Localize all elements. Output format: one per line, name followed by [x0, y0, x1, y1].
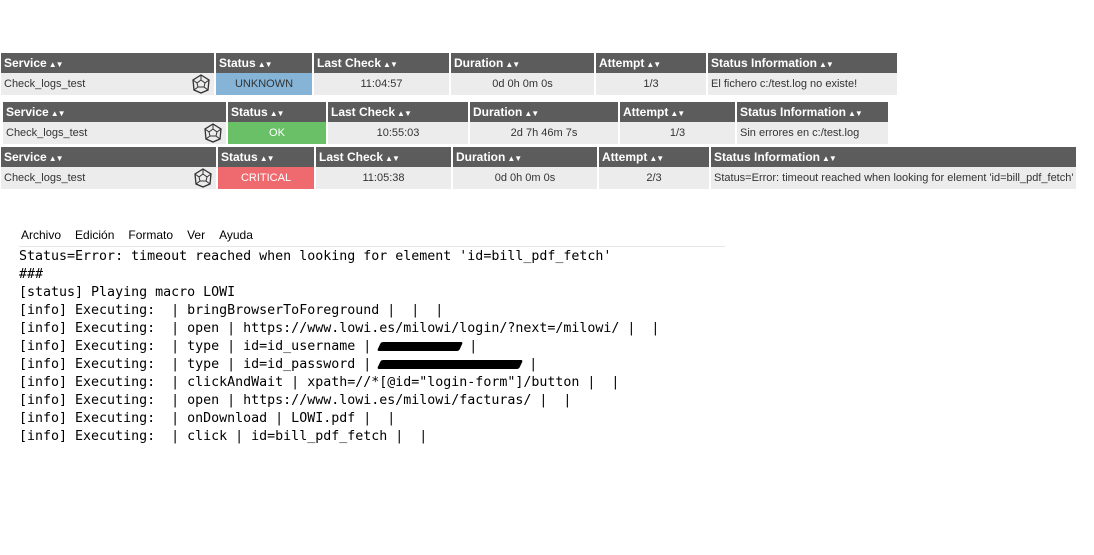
last-check-cell: 11:04:57 [313, 73, 451, 95]
table-row: Check_logs_test CRITICAL 11:05:38 0d 0h … [1, 167, 1079, 189]
dodecahedron-icon[interactable] [193, 168, 213, 188]
sort-arrows-icon[interactable]: ▲▼ [819, 60, 834, 69]
sort-arrows-icon[interactable]: ▲▼ [646, 60, 661, 69]
sort-arrows-icon[interactable]: ▲▼ [505, 60, 520, 69]
col-header-last-check[interactable]: Last Check ▲▼ [327, 102, 470, 122]
sort-arrows-icon[interactable]: ▲▼ [385, 154, 400, 163]
log-line: [info] Executing: | clickAndWait | xpath… [19, 375, 620, 390]
col-header-last-check[interactable]: Last Check ▲▼ [313, 53, 451, 73]
dodecahedron-icon[interactable] [191, 74, 211, 94]
menu-edicion[interactable]: Edición [75, 228, 114, 244]
col-header-status-info[interactable]: Status Information ▲▼ [736, 102, 890, 122]
duration-cell: 0d 0h 0m 0s [452, 167, 599, 189]
log-line: ### [19, 267, 44, 282]
redaction-mark [377, 359, 524, 369]
col-header-status-info[interactable]: Status Information ▲▼ [710, 147, 1079, 167]
col-header-attempt[interactable]: Attempt ▲▼ [619, 102, 737, 122]
service-name-link[interactable]: Check_logs_test [4, 172, 85, 184]
log-line: [info] Executing: | type | id=id_passwor… [19, 357, 538, 372]
sort-arrows-icon[interactable]: ▲▼ [270, 109, 285, 118]
redaction-mark [377, 341, 464, 351]
service-table-ok: Service ▲▼ Status ▲▼ Last Check ▲▼ Duration… [3, 102, 890, 144]
log-line: [info] Executing: | open | https://www.l… [19, 321, 660, 336]
col-header-duration[interactable]: Duration ▲▼ [469, 102, 620, 122]
col-header-service[interactable]: Service ▲▼ [1, 53, 216, 73]
service-table-critical: Service ▲▼ Status ▲▼ Last Check ▲▼ Duration… [1, 147, 1079, 189]
sort-arrows-icon[interactable]: ▲▼ [51, 109, 66, 118]
col-header-duration[interactable]: Duration ▲▼ [452, 147, 599, 167]
table-row: Check_logs_test OK 10:55:03 2d 7h 46m 7s… [3, 122, 890, 144]
sort-arrows-icon[interactable]: ▲▼ [260, 154, 275, 163]
col-header-attempt[interactable]: Attempt ▲▼ [598, 147, 711, 167]
col-header-status[interactable]: Status ▲▼ [215, 53, 314, 73]
menu-formato[interactable]: Formato [128, 228, 173, 244]
sort-arrows-icon[interactable]: ▲▼ [649, 154, 664, 163]
log-line: [status] Playing macro LOWI [19, 285, 236, 300]
menu-ayuda[interactable]: Ayuda [219, 228, 253, 244]
service-name-link[interactable]: Check_logs_test [4, 78, 85, 90]
last-check-cell: 11:05:38 [315, 167, 453, 189]
log-line: [info] Executing: | open | https://www.l… [19, 393, 572, 408]
service-name-link[interactable]: Check_logs_test [6, 127, 87, 139]
col-header-duration[interactable]: Duration ▲▼ [450, 53, 596, 73]
table-header-row: Service ▲▼ Status ▲▼ Last Check ▲▼ Duration… [1, 53, 899, 73]
service-table-unknown: Service ▲▼ Status ▲▼ Last Check ▲▼ Duration… [1, 53, 899, 95]
col-header-attempt[interactable]: Attempt ▲▼ [595, 53, 708, 73]
duration-cell: 2d 7h 46m 7s [469, 122, 620, 144]
log-line: [info] Executing: | onDownload | LOWI.pd… [19, 411, 396, 426]
col-header-status-info[interactable]: Status Information ▲▼ [707, 53, 899, 73]
service-cell: Check_logs_test [1, 73, 216, 95]
notepad-text-area[interactable]: Status=Error: timeout reached when looki… [19, 248, 659, 446]
sort-arrows-icon[interactable]: ▲▼ [507, 154, 522, 163]
status-badge: CRITICAL [217, 167, 316, 189]
col-header-last-check[interactable]: Last Check ▲▼ [315, 147, 453, 167]
status-badge: OK [227, 122, 328, 144]
log-line: Status=Error: timeout reached when looki… [19, 249, 612, 264]
attempt-cell: 2/3 [598, 167, 711, 189]
last-check-cell: 10:55:03 [327, 122, 470, 144]
sort-arrows-icon[interactable]: ▲▼ [670, 109, 685, 118]
sort-arrows-icon[interactable]: ▲▼ [848, 109, 863, 118]
status-info-cell: Sin errores en c:/test.log [736, 122, 890, 144]
table-row: Check_logs_test UNKNOWN 11:04:57 0d 0h 0… [1, 73, 899, 95]
notepad-window: Archivo Edición Formato Ver Ayuda [19, 228, 725, 247]
attempt-cell: 1/3 [619, 122, 737, 144]
col-header-service[interactable]: Service ▲▼ [3, 102, 228, 122]
status-badge: UNKNOWN [215, 73, 314, 95]
duration-cell: 0d 0h 0m 0s [450, 73, 596, 95]
log-line: [info] Executing: | bringBrowserToForegr… [19, 303, 444, 318]
sort-arrows-icon[interactable]: ▲▼ [397, 109, 412, 118]
col-header-status[interactable]: Status ▲▼ [217, 147, 316, 167]
notepad-menubar: Archivo Edición Formato Ver Ayuda [19, 228, 725, 247]
log-line: [info] Executing: | type | id=id_usernam… [19, 339, 478, 354]
table-header-row: Service ▲▼ Status ▲▼ Last Check ▲▼ Duration… [3, 102, 890, 122]
sort-arrows-icon[interactable]: ▲▼ [49, 154, 64, 163]
col-header-status[interactable]: Status ▲▼ [227, 102, 328, 122]
col-header-service[interactable]: Service ▲▼ [1, 147, 218, 167]
sort-arrows-icon[interactable]: ▲▼ [383, 60, 398, 69]
table-header-row: Service ▲▼ Status ▲▼ Last Check ▲▼ Duration… [1, 147, 1079, 167]
log-line: [info] Executing: | click | id=bill_pdf_… [19, 429, 428, 444]
menu-archivo[interactable]: Archivo [21, 228, 61, 244]
dodecahedron-icon[interactable] [203, 123, 223, 143]
menu-ver[interactable]: Ver [187, 228, 205, 244]
sort-arrows-icon[interactable]: ▲▼ [822, 154, 837, 163]
sort-arrows-icon[interactable]: ▲▼ [49, 60, 64, 69]
sort-arrows-icon[interactable]: ▲▼ [524, 109, 539, 118]
attempt-cell: 1/3 [595, 73, 708, 95]
status-info-cell: El fichero c:/test.log no existe! [707, 73, 899, 95]
sort-arrows-icon[interactable]: ▲▼ [258, 60, 273, 69]
service-cell: Check_logs_test [3, 122, 228, 144]
status-info-cell: Status=Error: timeout reached when looki… [710, 167, 1079, 189]
service-cell: Check_logs_test [1, 167, 218, 189]
